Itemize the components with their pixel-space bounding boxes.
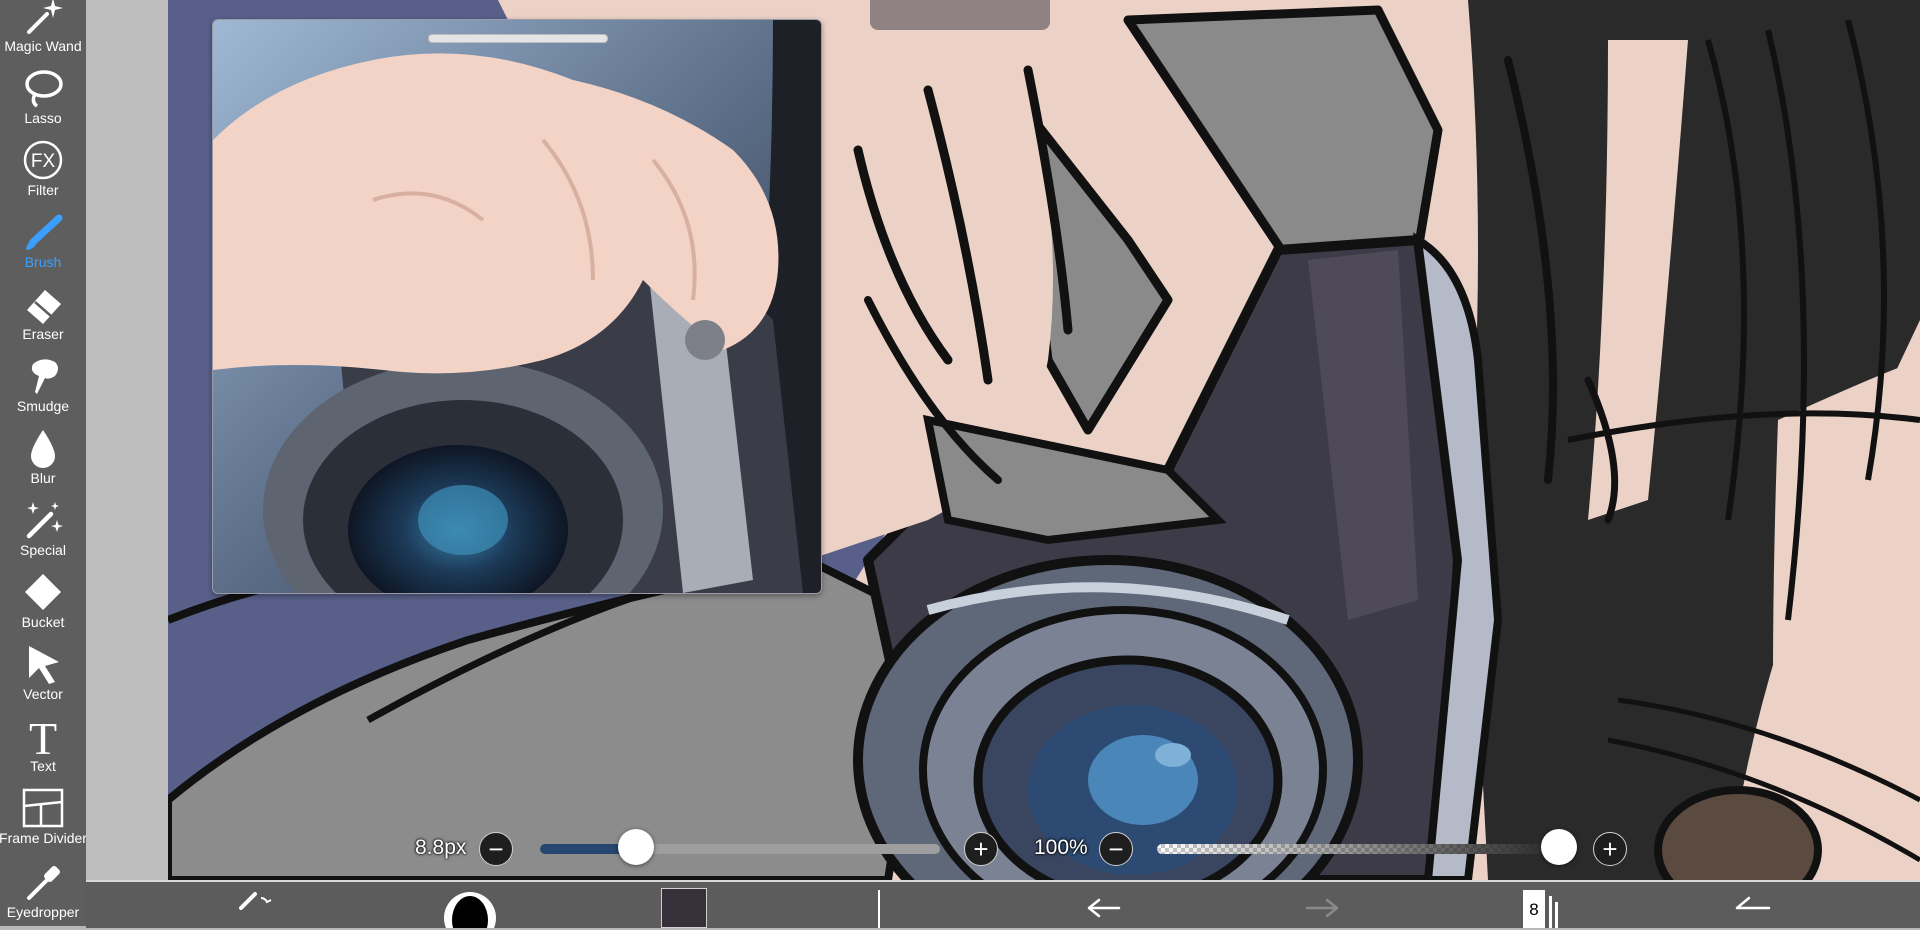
text-t-icon: T — [19, 714, 67, 758]
tool-smudge[interactable]: Smudge — [0, 344, 86, 416]
brush-size-slider-knob[interactable] — [618, 829, 654, 865]
brush-size-increase-button[interactable]: + — [964, 832, 998, 866]
bottom-toolbar: 8 — [86, 880, 1920, 928]
smudge-icon — [19, 354, 67, 398]
tool-label: Special — [20, 542, 66, 558]
tool-vector[interactable]: Vector — [0, 632, 86, 704]
opacity-slider-fill — [1157, 844, 1559, 854]
opacity-slider-knob[interactable] — [1541, 829, 1577, 865]
bucket-icon — [19, 570, 67, 614]
opacity-slider[interactable] — [1157, 844, 1559, 854]
tool-label: Filter — [27, 182, 59, 198]
tool-filter[interactable]: FX Filter — [0, 128, 86, 200]
brush-size-decrease-button[interactable]: − — [479, 832, 513, 866]
lasso-icon — [19, 66, 67, 110]
tool-special[interactable]: Special — [0, 488, 86, 560]
brush-preview-icon[interactable] — [440, 888, 500, 928]
tool-eraser[interactable]: Eraser — [0, 272, 86, 344]
eyedropper-icon — [19, 860, 67, 904]
tool-label: Vector — [23, 686, 63, 702]
tool-label: Magic Wand — [4, 38, 82, 54]
stabilizer-line-icon[interactable] — [864, 888, 894, 928]
tool-label: Lasso — [24, 110, 62, 126]
droplet-icon — [19, 426, 67, 470]
tool-sidebar: Magic Wand Lasso FX Filter Brush Eraser … — [0, 0, 87, 926]
undo-icon[interactable] — [1078, 888, 1128, 928]
opacity-value: 100% — [1034, 836, 1088, 859]
layers-count: 8 — [1523, 890, 1545, 928]
brush-settings-icon[interactable] — [232, 888, 282, 928]
brush-size-value: 8.8px — [415, 836, 467, 859]
tool-label: Text — [30, 758, 56, 774]
layers-icon[interactable]: 8 — [1514, 888, 1564, 928]
sparkle-brush-icon — [19, 498, 67, 542]
magic-wand-icon — [19, 0, 67, 38]
color-swatch[interactable] — [660, 888, 708, 928]
tool-label: Brush — [24, 254, 62, 270]
opacity-increase-button[interactable]: + — [1593, 832, 1627, 866]
tool-bucket[interactable]: Bucket — [0, 560, 86, 632]
reference-window-drag-handle[interactable] — [428, 34, 608, 43]
fx-icon: FX — [19, 138, 67, 182]
tool-eyedropper[interactable]: Eyedropper — [0, 848, 86, 922]
fx-icon-text: FX — [31, 151, 56, 172]
opacity-decrease-button[interactable]: − — [1099, 832, 1133, 866]
brush-size-slider[interactable] — [540, 844, 940, 854]
canvas-gutter — [86, 0, 168, 880]
tool-label: Bucket — [21, 614, 65, 630]
tool-label: Frame Divider — [0, 830, 87, 846]
back-arrow-icon[interactable] — [1726, 888, 1776, 928]
tool-label: Smudge — [16, 398, 70, 414]
eraser-icon — [19, 282, 67, 326]
plus-icon: + — [1602, 834, 1618, 864]
top-panel-tab[interactable] — [870, 0, 1050, 30]
tool-magic-wand[interactable]: Magic Wand — [0, 0, 86, 56]
minus-icon: − — [488, 834, 504, 864]
cursor-arrow-icon — [19, 642, 67, 686]
brush-icon — [19, 210, 67, 254]
minus-icon: − — [1108, 834, 1124, 864]
tool-label: Blur — [30, 470, 56, 486]
plus-icon: + — [973, 834, 989, 864]
tool-brush[interactable]: Brush — [0, 200, 86, 272]
tool-text[interactable]: T Text — [0, 704, 86, 776]
tool-label: Eraser — [22, 326, 64, 342]
current-color-box — [661, 888, 707, 928]
reference-photo — [213, 20, 821, 593]
frame-divider-icon — [19, 786, 67, 830]
tool-frame-divider[interactable]: Frame Divider — [0, 776, 87, 848]
tool-blur[interactable]: Blur — [0, 416, 86, 488]
tool-label: Eyedropper — [6, 904, 80, 920]
reference-window[interactable] — [212, 19, 822, 594]
text-icon-glyph: T — [29, 714, 57, 758]
tool-lasso[interactable]: Lasso — [0, 56, 86, 128]
redo-icon[interactable] — [1298, 888, 1348, 928]
